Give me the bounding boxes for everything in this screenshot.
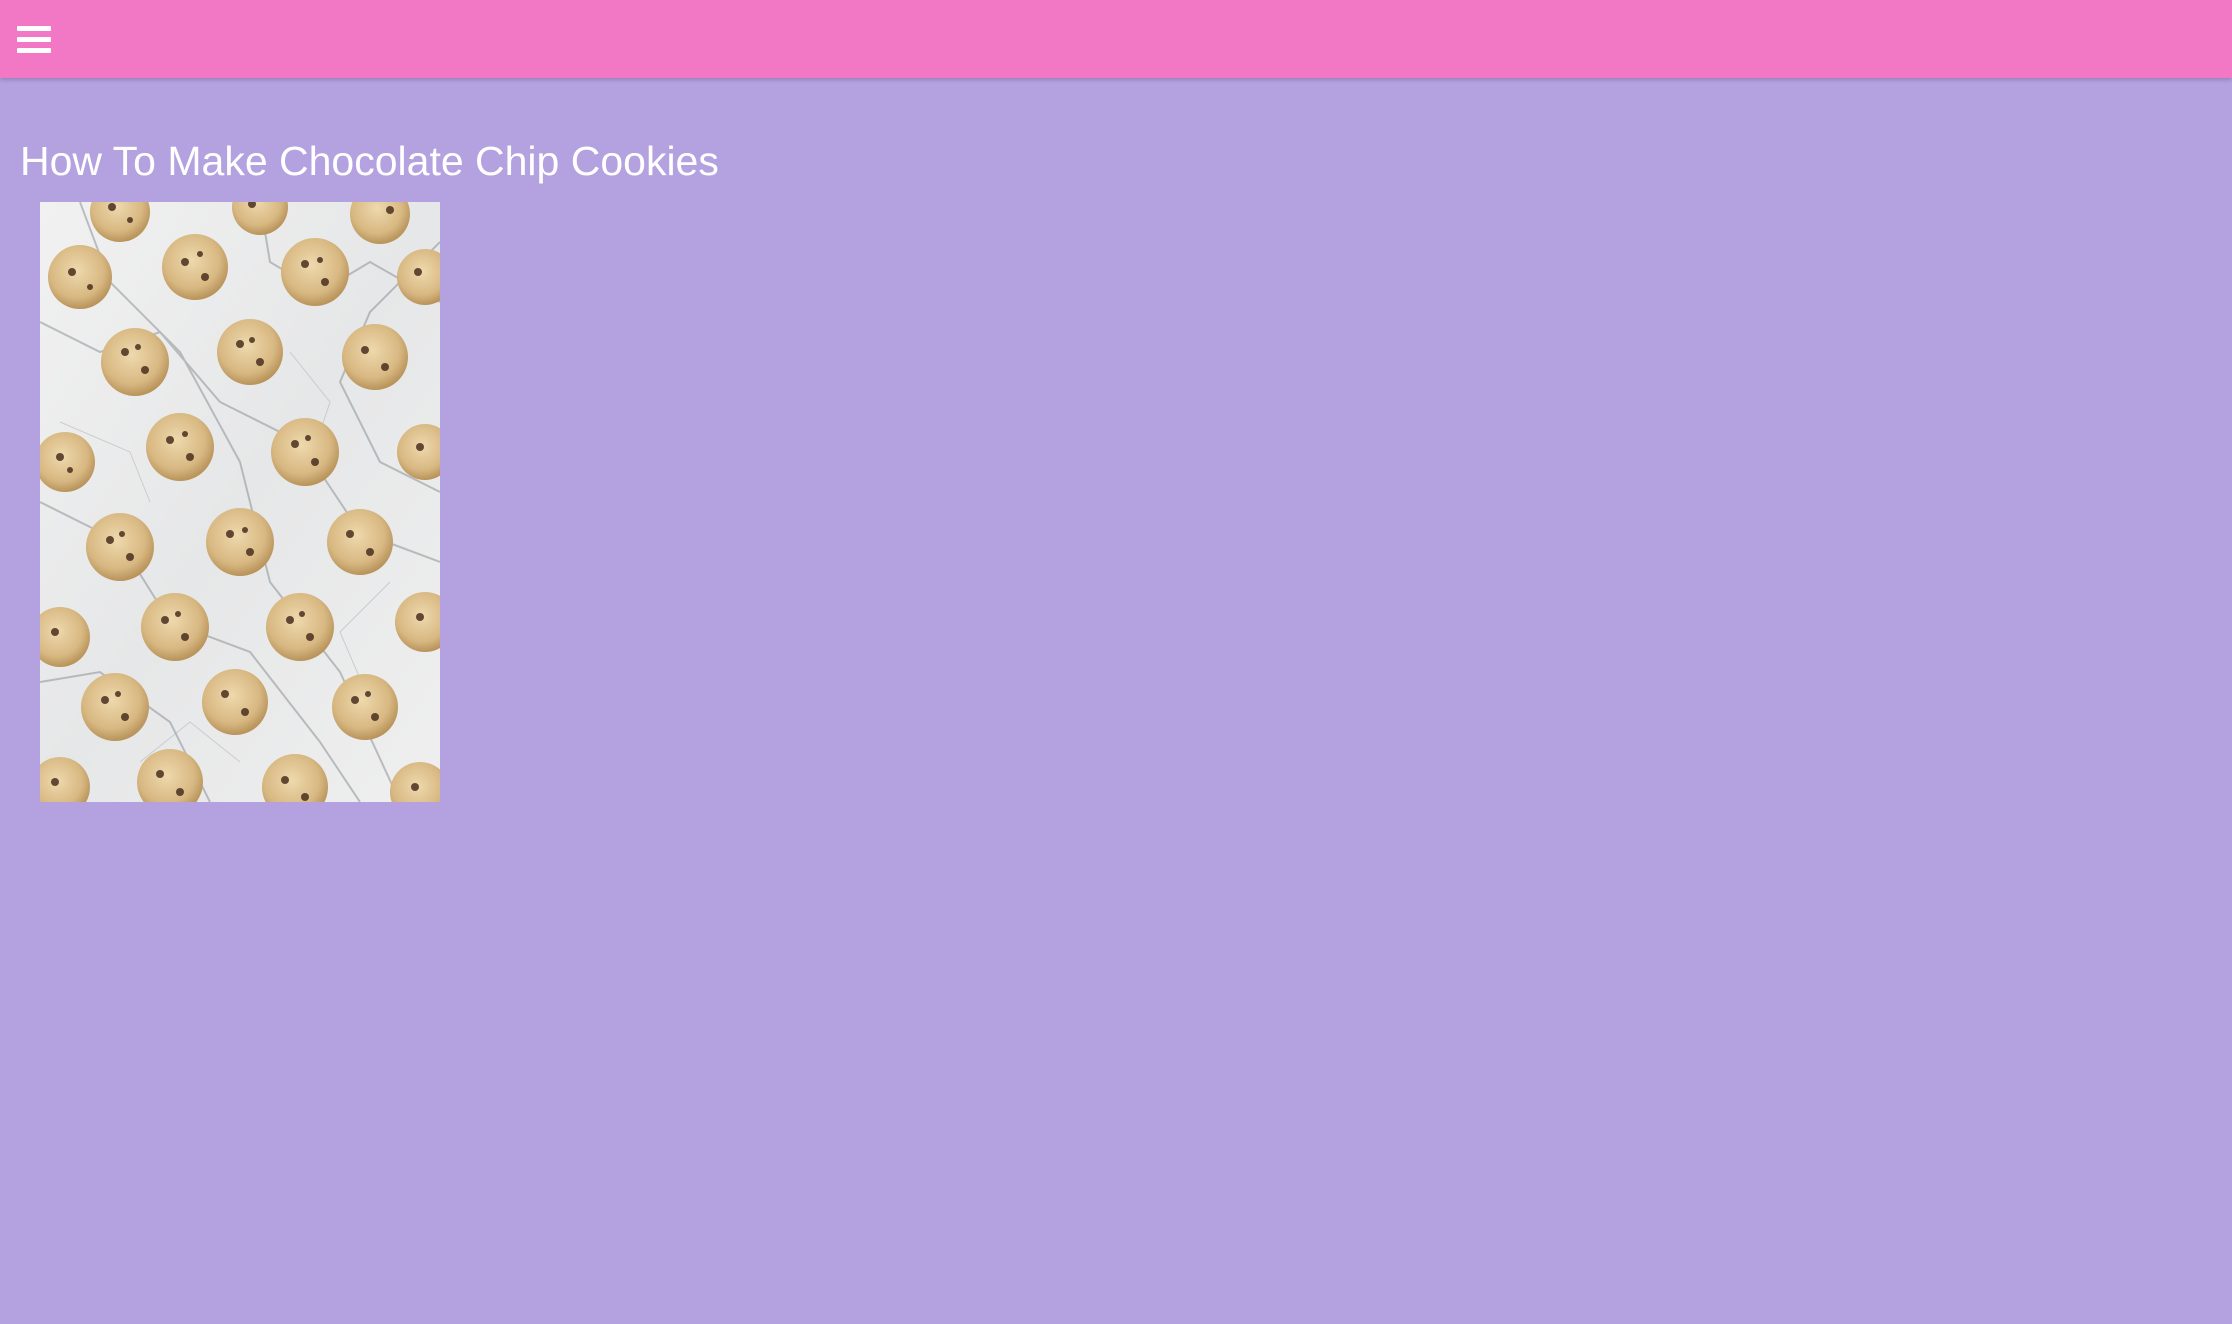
- menu-bar-line: [17, 48, 51, 53]
- page-title: How To Make Chocolate Chip Cookies: [20, 138, 719, 184]
- hamburger-menu-icon[interactable]: [17, 24, 53, 56]
- menu-bar-line: [17, 26, 51, 31]
- top-app-bar: [0, 0, 2232, 78]
- menu-bar-line: [17, 37, 51, 42]
- recipe-image: [40, 202, 440, 802]
